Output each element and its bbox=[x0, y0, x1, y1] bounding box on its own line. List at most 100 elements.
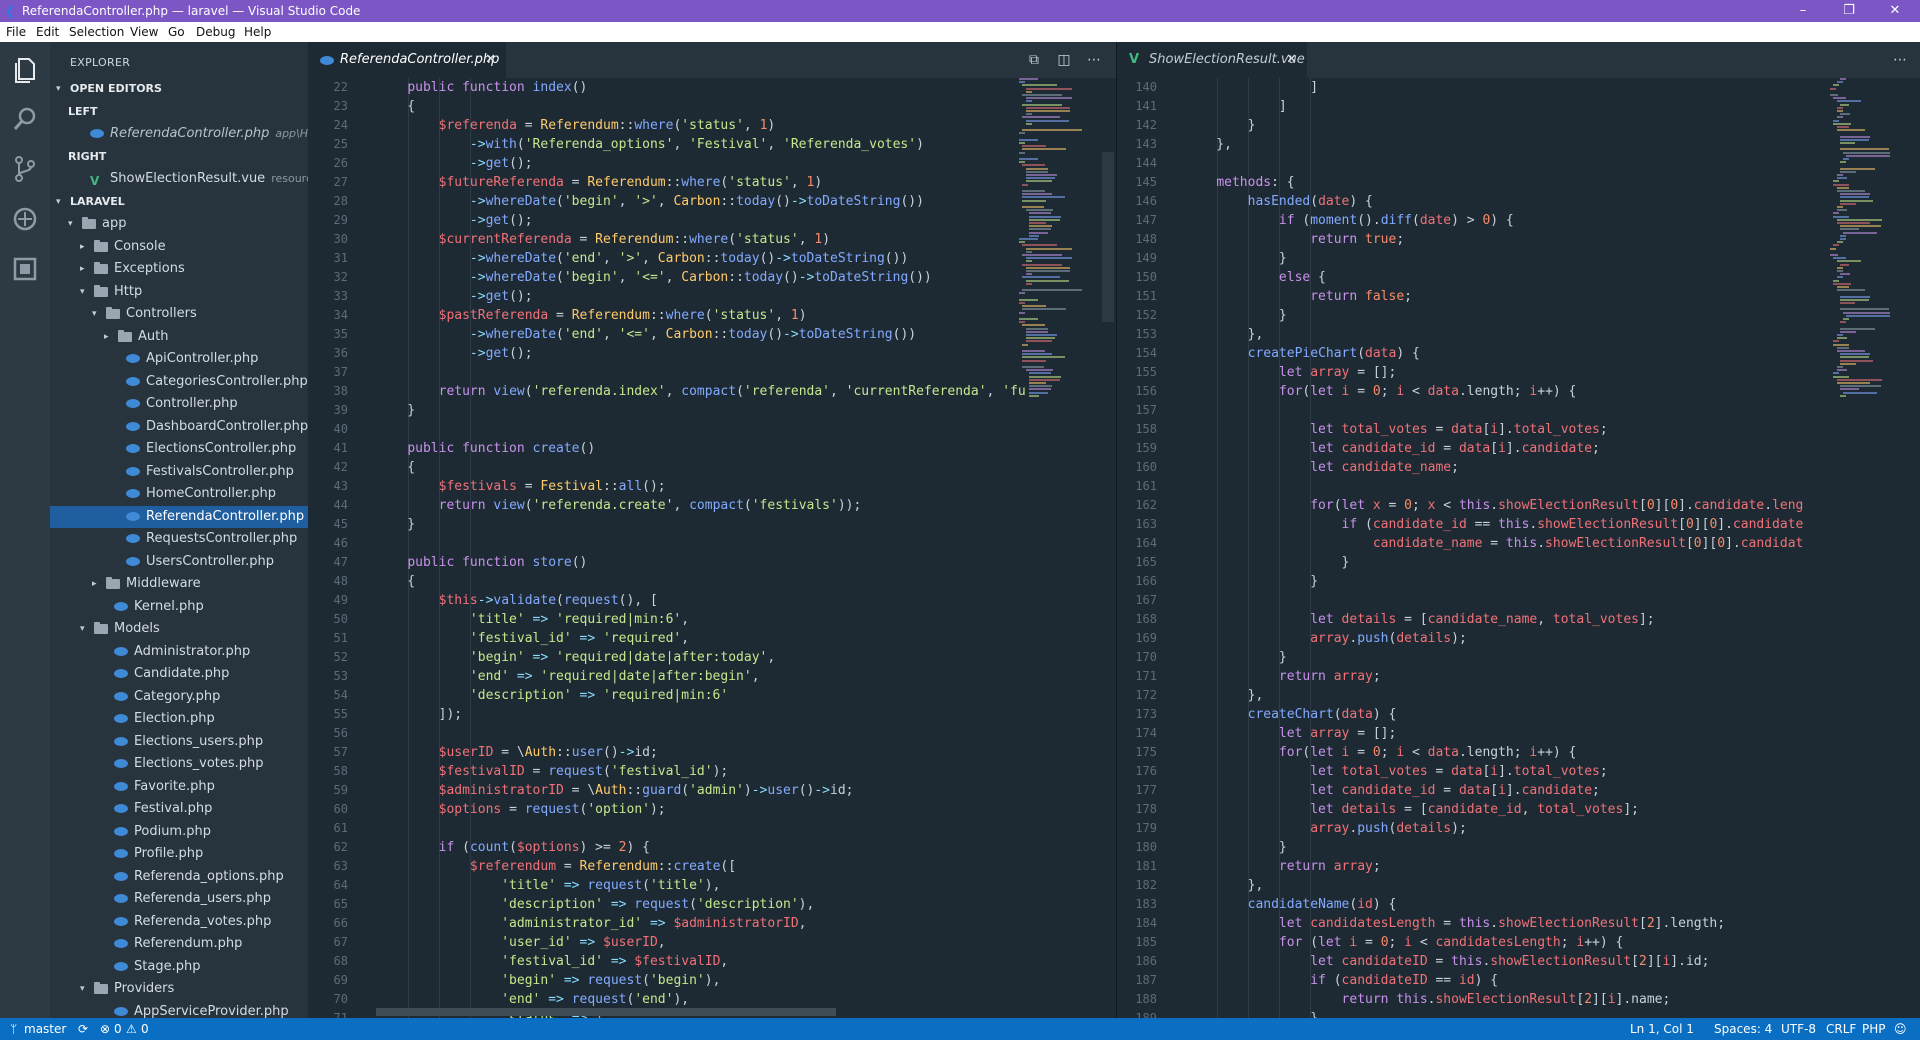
code-line[interactable]: 45 } bbox=[308, 515, 1116, 534]
code-line[interactable]: 48 { bbox=[308, 572, 1116, 591]
tab-referenda-controller[interactable]: ReferendaController.php ✕ bbox=[308, 42, 506, 78]
file-item[interactable]: FestivalsController.php bbox=[50, 461, 308, 483]
code-line[interactable]: 24 $referenda = Referendum::where('statu… bbox=[308, 116, 1116, 135]
code-line[interactable]: 55 ]); bbox=[308, 705, 1116, 724]
code-line[interactable]: 188 return this.showElectionResult[2][i]… bbox=[1117, 990, 1920, 1009]
code-line[interactable]: 160 let candidate_name; bbox=[1117, 458, 1920, 477]
code-line[interactable]: 50 'title' => 'required|min:6', bbox=[308, 610, 1116, 629]
code-line[interactable]: 51 'festival_id' => 'required', bbox=[308, 629, 1116, 648]
section-header[interactable]: ▾ OPEN EDITORS bbox=[50, 78, 308, 100]
line-endings[interactable]: CRLF bbox=[1826, 1018, 1856, 1040]
code-line[interactable]: 181 return array; bbox=[1117, 857, 1920, 876]
code-line[interactable]: 147 if (moment().diff(date) > 0) { bbox=[1117, 211, 1920, 230]
code-line[interactable]: 41 public function create() bbox=[308, 439, 1116, 458]
code-line[interactable]: 66 'administrator_id' => $administratorI… bbox=[308, 914, 1116, 933]
code-line[interactable]: 42 { bbox=[308, 458, 1116, 477]
code-line[interactable]: 140 ] bbox=[1117, 78, 1920, 97]
folder-item[interactable]: ▾ app bbox=[50, 213, 308, 235]
code-line[interactable]: 59 $administratorID = \Auth::guard('admi… bbox=[308, 781, 1116, 800]
code-line[interactable]: 35 ->whereDate('end', '<=', Carbon::toda… bbox=[308, 325, 1116, 344]
code-line[interactable]: 69 'begin' => request('begin'), bbox=[308, 971, 1116, 990]
code-line[interactable]: 173 createChart(data) { bbox=[1117, 705, 1920, 724]
folder-item[interactable]: ▾ Http bbox=[50, 281, 308, 303]
code-line[interactable]: 174 let array = []; bbox=[1117, 724, 1920, 743]
code-line[interactable]: 171 return array; bbox=[1117, 667, 1920, 686]
menu-selection[interactable]: Selection bbox=[69, 25, 124, 39]
file-item[interactable]: UsersController.php bbox=[50, 551, 308, 573]
code-line[interactable]: 187 if (candidateID == id) { bbox=[1117, 971, 1920, 990]
language-mode[interactable]: PHP bbox=[1862, 1018, 1886, 1040]
encoding[interactable]: UTF-8 bbox=[1781, 1018, 1816, 1040]
more-actions-icon[interactable]: ⋯ bbox=[1887, 42, 1913, 78]
menu-debug[interactable]: Debug bbox=[196, 25, 235, 39]
chevron-down-icon[interactable]: ▾ bbox=[68, 213, 78, 235]
code-line[interactable]: 184 let candidatesLength = this.showElec… bbox=[1117, 914, 1920, 933]
code-line[interactable]: 58 $festivalID = request('festival_id'); bbox=[308, 762, 1116, 781]
code-line[interactable]: 25 ->with('Referenda_options', 'Festival… bbox=[308, 135, 1116, 154]
code-line[interactable]: 167 bbox=[1117, 591, 1920, 610]
menu-file[interactable]: File bbox=[6, 25, 26, 39]
code-line[interactable]: 152 } bbox=[1117, 306, 1920, 325]
file-item[interactable]: HomeController.php bbox=[50, 483, 308, 505]
section-header[interactable]: ▾ LARAVEL bbox=[50, 191, 308, 213]
chevron-right-icon[interactable]: ▸ bbox=[80, 236, 90, 258]
code-line[interactable]: 158 let total_votes = data[i].total_vote… bbox=[1117, 420, 1920, 439]
code-line[interactable]: 163 if (candidate_id == this.showElectio… bbox=[1117, 515, 1920, 534]
code-line[interactable]: 148 return true; bbox=[1117, 230, 1920, 249]
code-line[interactable]: 175 for(let i = 0; i < data.length; i++)… bbox=[1117, 743, 1920, 762]
code-line[interactable]: 39 } bbox=[308, 401, 1116, 420]
code-line[interactable]: 36 ->get(); bbox=[308, 344, 1116, 363]
file-item[interactable]: Stage.php bbox=[50, 956, 308, 978]
code-line[interactable]: 154 createPieChart(data) { bbox=[1117, 344, 1920, 363]
code-line[interactable]: 182 }, bbox=[1117, 876, 1920, 895]
cursor-position[interactable]: Ln 1, Col 1 bbox=[1630, 1018, 1694, 1040]
code-line[interactable]: 144 bbox=[1117, 154, 1920, 173]
code-line[interactable]: 29 ->get(); bbox=[308, 211, 1116, 230]
file-item[interactable]: Referenda_votes.php bbox=[50, 911, 308, 933]
code-line[interactable]: 57 $userID = \Auth::user()->id; bbox=[308, 743, 1116, 762]
code-line[interactable]: 38 return view('referenda.index', compac… bbox=[308, 382, 1116, 401]
code-line[interactable]: 40 bbox=[308, 420, 1116, 439]
code-line[interactable]: 161 bbox=[1117, 477, 1920, 496]
code-line[interactable]: 60 $options = request('option'); bbox=[308, 800, 1116, 819]
code-line[interactable]: 183 candidateName(id) { bbox=[1117, 895, 1920, 914]
file-item[interactable]: Candidate.php bbox=[50, 663, 308, 685]
code-line[interactable]: 65 'description' => request('description… bbox=[308, 895, 1116, 914]
menu-help[interactable]: Help bbox=[244, 25, 271, 39]
chevron-right-icon[interactable]: ▸ bbox=[92, 573, 102, 595]
chevron-down-icon[interactable]: ▾ bbox=[56, 191, 66, 213]
code-line[interactable]: 46 bbox=[308, 534, 1116, 553]
code-line[interactable]: 31 ->whereDate('end', '>', Carbon::today… bbox=[308, 249, 1116, 268]
code-line[interactable]: 49 $this->validate(request(), [ bbox=[308, 591, 1116, 610]
code-line[interactable]: 150 else { bbox=[1117, 268, 1920, 287]
code-line[interactable]: 47 public function store() bbox=[308, 553, 1116, 572]
file-item[interactable]: Favorite.php bbox=[50, 776, 308, 798]
warning-icon[interactable]: ⚠ bbox=[126, 1018, 137, 1040]
warning-count[interactable]: 0 bbox=[141, 1018, 149, 1040]
file-item[interactable]: ElectionsController.php bbox=[50, 438, 308, 460]
file-item[interactable]: ApiController.php bbox=[50, 348, 308, 370]
folder-item[interactable]: ▾ Models bbox=[50, 618, 308, 640]
code-line[interactable]: 143 }, bbox=[1117, 135, 1920, 154]
folder-item[interactable]: ▸ Console bbox=[50, 236, 308, 258]
indentation[interactable]: Spaces: 4 bbox=[1714, 1018, 1772, 1040]
right-minimap[interactable] bbox=[1827, 78, 1917, 1018]
open-changes-icon[interactable]: ⧉ bbox=[1021, 42, 1047, 78]
error-icon[interactable]: ⊗ bbox=[100, 1018, 110, 1040]
split-editor-icon[interactable]: ◫ bbox=[1051, 42, 1077, 78]
left-horizontal-scrollbar[interactable] bbox=[376, 1008, 836, 1016]
code-line[interactable]: 67 'user_id' => $userID, bbox=[308, 933, 1116, 952]
code-line[interactable]: 33 ->get(); bbox=[308, 287, 1116, 306]
code-line[interactable]: 53 'end' => 'required|date|after:begin', bbox=[308, 667, 1116, 686]
code-line[interactable]: 178 let details = [candidate_id, total_v… bbox=[1117, 800, 1920, 819]
code-line[interactable]: 179 array.push(details); bbox=[1117, 819, 1920, 838]
code-line[interactable]: 172 }, bbox=[1117, 686, 1920, 705]
left-code-area[interactable]: 22 public function index() 23 {24 $refere… bbox=[308, 78, 1116, 1018]
code-line[interactable]: 32 ->whereDate('begin', '<=', Carbon::to… bbox=[308, 268, 1116, 287]
chevron-down-icon[interactable]: ▾ bbox=[80, 978, 90, 1000]
code-line[interactable]: 151 return false; bbox=[1117, 287, 1920, 306]
menu-view[interactable]: View bbox=[130, 25, 158, 39]
code-line[interactable]: 37 bbox=[308, 363, 1116, 382]
restore-button[interactable]: ❐ bbox=[1826, 0, 1872, 22]
code-line[interactable]: 157 bbox=[1117, 401, 1920, 420]
